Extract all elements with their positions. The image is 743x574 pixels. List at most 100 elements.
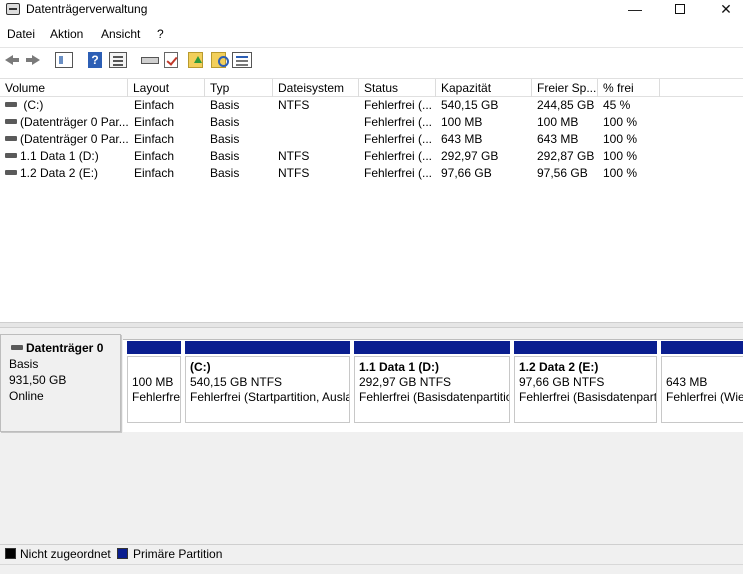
help-icon[interactable]: ? [88, 52, 102, 68]
show-hide-console-tree-icon[interactable] [55, 52, 73, 68]
cell-volume: (C:) [20, 98, 44, 112]
disk-management-app-icon [6, 3, 20, 15]
cell-kapazitaet: 97,66 GB [441, 166, 492, 180]
disk-icon [11, 345, 23, 350]
table-row[interactable]: 1.2 Data 2 (E:) Einfach Basis NTFS Fehle… [0, 165, 743, 182]
folder-search-icon[interactable] [211, 52, 229, 68]
cell-volume: 1.2 Data 2 (E:) [20, 166, 99, 180]
maximize-icon [675, 4, 685, 14]
partition-title: 1.2 Data 2 (E:) [519, 360, 599, 374]
cell-status: Fehlerfrei (... [364, 132, 433, 146]
volume-icon [5, 119, 17, 124]
cell-kapazitaet: 292,97 GB [441, 149, 499, 163]
cell-prozent-frei: 100 % [603, 115, 638, 129]
column-header-prozent-frei[interactable]: % frei [598, 79, 660, 97]
column-header-status[interactable]: Status [359, 79, 436, 97]
cell-kapazitaet: 540,15 GB [441, 98, 499, 112]
menu-help[interactable]: ? [157, 27, 164, 41]
close-button[interactable]: ✕ [703, 0, 743, 20]
table-row[interactable]: (C:) Einfach Basis NTFS Fehlerfrei (... … [0, 97, 743, 114]
menu-ansicht[interactable]: Ansicht [101, 27, 140, 41]
partition-c[interactable]: (C:) 540,15 GB NTFS Fehlerfrei (Startpar… [183, 340, 352, 433]
volume-icon [5, 170, 17, 175]
column-header-typ[interactable]: Typ [205, 79, 273, 97]
volume-list-header: Volume Layout Typ Dateisystem Status Kap… [0, 78, 743, 97]
column-header-volume[interactable]: Volume [0, 79, 128, 97]
disk-type: Basis [9, 357, 39, 371]
column-header-kapazitaet[interactable]: Kapazität [436, 79, 532, 97]
legend-label-unallocated: Nicht zugeordnet [20, 547, 111, 561]
cell-dateisystem: NTFS [278, 149, 310, 163]
cell-layout: Einfach [134, 166, 175, 180]
cell-layout: Einfach [134, 98, 175, 112]
window-title: Datenträgerverwaltung [26, 2, 148, 16]
partition-bar [354, 341, 510, 354]
folder-up-icon[interactable] [188, 52, 203, 68]
cell-prozent-frei: 100 % [603, 132, 638, 146]
column-header-layout[interactable]: Layout [128, 79, 205, 97]
menu-aktion[interactable]: Aktion [50, 27, 83, 41]
column-header-freier-speicher[interactable]: Freier Sp... [532, 79, 598, 97]
cell-layout: Einfach [134, 115, 175, 129]
disk-0-partition-map: 100 MB Fehlerfrei (EFI-Systempartition) … [123, 339, 743, 432]
table-row[interactable]: (Datenträger 0 Par... Einfach Basis Fehl… [0, 131, 743, 148]
partition-size: 100 MB [132, 375, 174, 389]
partition-status: Fehlerfrei (Startpartition, Auslagerungs… [190, 390, 349, 404]
partition-recovery[interactable]: 643 MB Fehlerfrei (Wiederherstellungspar… [659, 340, 743, 433]
partition-d[interactable]: 1.1 Data 1 (D:) 292,97 GB NTFS Fehlerfre… [352, 340, 512, 433]
volume-icon [5, 102, 17, 107]
title-bar: Datenträgerverwaltung — ✕ [0, 0, 743, 22]
minimize-button[interactable]: — [612, 0, 658, 20]
cell-dateisystem: NTFS [278, 166, 310, 180]
cell-layout: Einfach [134, 132, 175, 146]
partition-title [132, 360, 180, 375]
volume-icon [5, 153, 17, 158]
table-row[interactable]: 1.1 Data 1 (D:) Einfach Basis NTFS Fehle… [0, 148, 743, 165]
partition-efi[interactable]: 100 MB Fehlerfrei (EFI-Systempartition) [125, 340, 183, 433]
back-icon[interactable] [3, 52, 21, 68]
settings-list-icon[interactable] [232, 52, 252, 68]
column-header-dateisystem[interactable]: Dateisystem [273, 79, 359, 97]
cell-kapazitaet: 100 MB [441, 115, 483, 129]
legend-swatch-primary [117, 548, 128, 559]
partition-size: 97,66 GB NTFS [519, 375, 605, 389]
maximize-button[interactable] [657, 0, 703, 20]
menu-bar: Datei Aktion Ansicht ? [0, 25, 743, 45]
partition-status: Fehlerfrei (Basisdatenpartition) [359, 390, 510, 404]
properties-icon[interactable] [109, 52, 127, 68]
checklist-icon[interactable] [164, 52, 178, 68]
cell-typ: Basis [210, 98, 240, 112]
partition-e[interactable]: 1.2 Data 2 (E:) 97,66 GB NTFS Fehlerfrei… [512, 340, 659, 433]
cell-prozent-frei: 100 % [603, 149, 638, 163]
status-bar [0, 564, 743, 574]
cell-status: Fehlerfrei (... [364, 166, 433, 180]
cell-dateisystem [273, 131, 359, 148]
partition-bar [661, 341, 743, 354]
partition-size: 292,97 GB NTFS [359, 375, 452, 389]
partition-size: 540,15 GB NTFS [190, 375, 283, 389]
partition-title: (C:) [190, 360, 211, 374]
disk-name: Datenträger 0 [26, 341, 104, 355]
volume-icon [5, 136, 17, 141]
cell-freier-speicher: 244,85 GB [537, 98, 595, 112]
cell-typ: Basis [210, 132, 240, 146]
cell-freier-speicher: 292,87 GB [537, 149, 595, 163]
volume-list: Volume Layout Typ Dateisystem Status Kap… [0, 78, 743, 322]
disk-graphical-view: Datenträger 0 Basis 931,50 GB Online 100… [0, 328, 743, 544]
cell-typ: Basis [210, 115, 240, 129]
forward-icon[interactable] [24, 52, 42, 68]
cell-prozent-frei: 45 % [603, 98, 631, 112]
table-row[interactable]: (Datenträger 0 Par... Einfach Basis Fehl… [0, 114, 743, 131]
partition-bar [127, 341, 181, 354]
rescan-disks-icon[interactable] [141, 57, 159, 64]
cell-freier-speicher: 643 MB [537, 132, 579, 146]
cell-dateisystem: NTFS [278, 98, 310, 112]
disk-size: 931,50 GB [9, 373, 67, 387]
partition-bar [514, 341, 657, 354]
menu-datei[interactable]: Datei [7, 27, 35, 41]
cell-freier-speicher: 100 MB [537, 115, 579, 129]
partition-title: 1.1 Data 1 (D:) [359, 360, 440, 374]
partition-status: Fehlerfrei (Wiederherstellungspartition) [666, 390, 743, 404]
toolbar: ? [0, 47, 743, 73]
disk-0-label[interactable]: Datenträger 0 Basis 931,50 GB Online [0, 334, 121, 432]
